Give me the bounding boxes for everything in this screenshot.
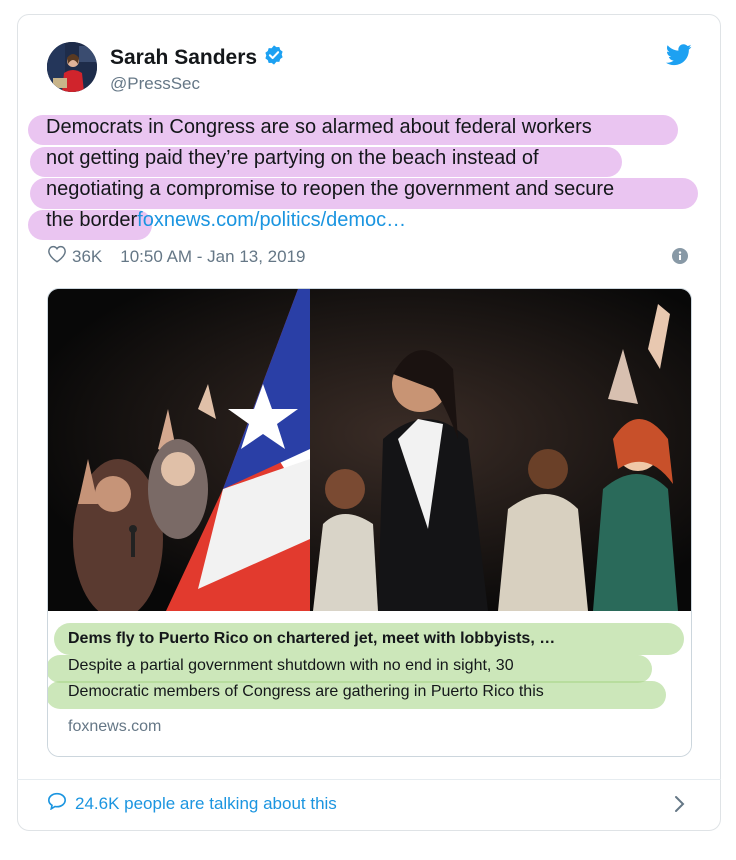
tweet-meta: 36K 10:50 AM - Jan 13, 2019 bbox=[47, 245, 306, 268]
verified-badge-icon bbox=[263, 44, 285, 71]
article-image bbox=[48, 289, 691, 611]
link-card-description-line: Democratic members of Congress are gathe… bbox=[68, 683, 544, 700]
avatar[interactable] bbox=[47, 42, 97, 92]
footer-divider bbox=[17, 779, 721, 780]
speech-bubble-icon bbox=[47, 792, 67, 815]
author-handle[interactable]: @PressSec bbox=[110, 74, 200, 94]
tweet-text: Democrats in Congress are so alarmed abo… bbox=[38, 112, 698, 236]
info-icon[interactable] bbox=[672, 248, 688, 269]
link-card-title[interactable]: Dems fly to Puerto Rico on chartered jet… bbox=[68, 630, 555, 648]
author-name-row[interactable]: Sarah Sanders bbox=[110, 44, 285, 71]
author-name[interactable]: Sarah Sanders bbox=[110, 46, 257, 70]
link-card-domain: foxnews.com bbox=[68, 718, 162, 735]
like-count[interactable]: 36K bbox=[72, 247, 102, 267]
tweet-link[interactable]: foxnews.com/politics/democ… bbox=[137, 209, 406, 231]
link-card-description-line: Despite a partial government shutdown wi… bbox=[68, 657, 514, 674]
tweet-text-tail: the border bbox=[46, 209, 138, 231]
tweet-text-line: not getting paid they’re partying on the… bbox=[46, 147, 539, 169]
conversation-text[interactable]: 24.6K people are talking about this bbox=[75, 794, 337, 814]
conversation-link[interactable]: 24.6K people are talking about this bbox=[47, 792, 337, 815]
tweet-timestamp[interactable]: 10:50 AM - Jan 13, 2019 bbox=[120, 247, 305, 267]
tweet-text-line-last: the borderfoxnews.com/politics/democ… bbox=[38, 205, 698, 236]
tweet-text-line: negotiating a compromise to reopen the g… bbox=[46, 178, 615, 200]
tweet-text-line: Democrats in Congress are so alarmed abo… bbox=[46, 116, 592, 138]
heart-icon[interactable] bbox=[47, 245, 67, 268]
chevron-right-icon[interactable] bbox=[674, 795, 686, 818]
link-preview-card[interactable]: Dems fly to Puerto Rico on chartered jet… bbox=[47, 288, 692, 757]
twitter-bird-icon[interactable] bbox=[666, 44, 692, 71]
link-card-body[interactable]: Dems fly to Puerto Rico on chartered jet… bbox=[48, 611, 691, 756]
